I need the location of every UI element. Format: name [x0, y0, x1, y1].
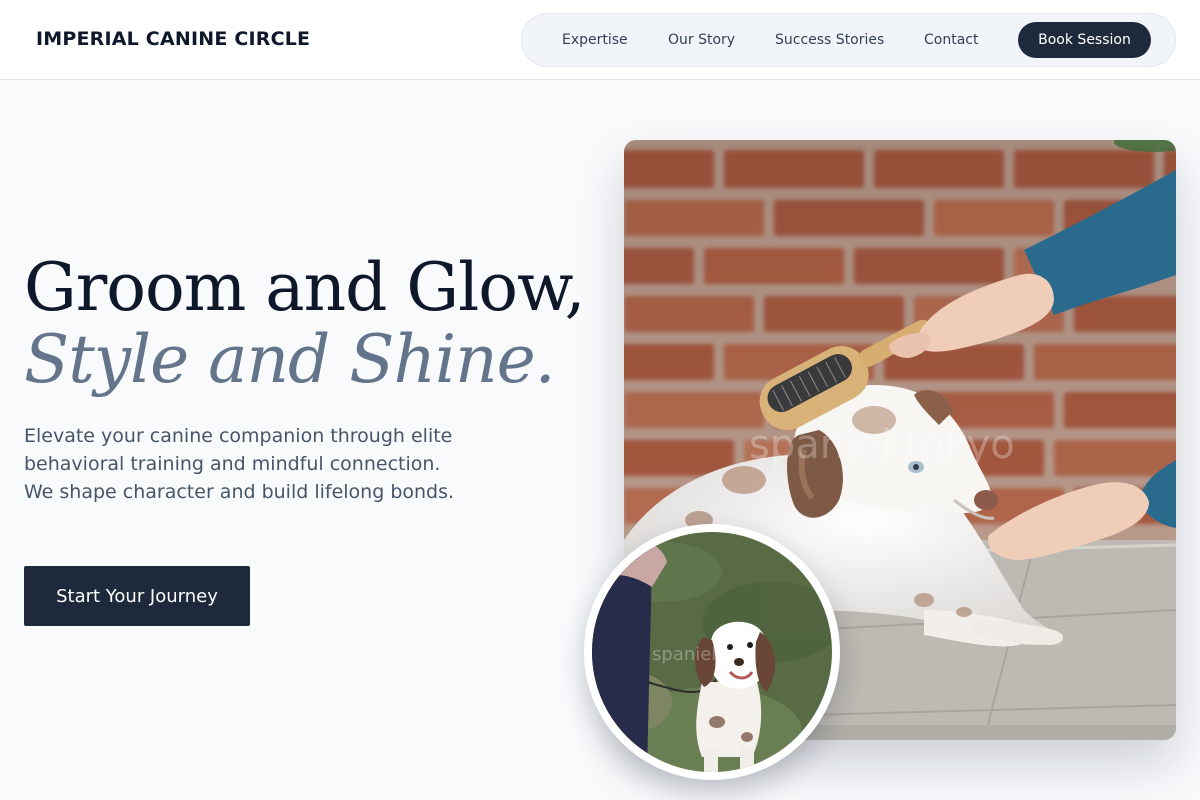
headline-line-2: Style and Shine.: [24, 321, 556, 398]
site-header: IMPERIAL CANINE CIRCLE Expertise Our Sto…: [0, 0, 1200, 80]
hero-description: Elevate your canine companion through el…: [24, 425, 455, 503]
nav-link-our-story[interactable]: Our Story: [668, 32, 735, 48]
start-journey-button[interactable]: Start Your Journey: [24, 566, 250, 626]
spaniel-on-grass-image: spaniel: [592, 532, 832, 772]
nav-link-contact[interactable]: Contact: [924, 32, 978, 48]
nav-link-success-stories[interactable]: Success Stories: [775, 32, 884, 48]
nav-link-expertise[interactable]: Expertise: [562, 32, 628, 48]
book-session-button[interactable]: Book Session: [1018, 22, 1151, 58]
brand-logo[interactable]: IMPERIAL CANINE CIRCLE: [36, 28, 310, 50]
secondary-photo: spaniel: [592, 532, 832, 772]
secondary-photo-frame: spaniel: [584, 524, 840, 780]
main-nav: Expertise Our Story Success Stories Cont…: [521, 13, 1176, 67]
hero-headline: Groom and Glow, Style and Shine.: [24, 249, 586, 398]
headline-line-1: Groom and Glow,: [24, 249, 586, 326]
main-photo-watermark: spaniel tokyo: [749, 422, 1015, 468]
circle-photo-watermark: spaniel: [652, 644, 716, 665]
